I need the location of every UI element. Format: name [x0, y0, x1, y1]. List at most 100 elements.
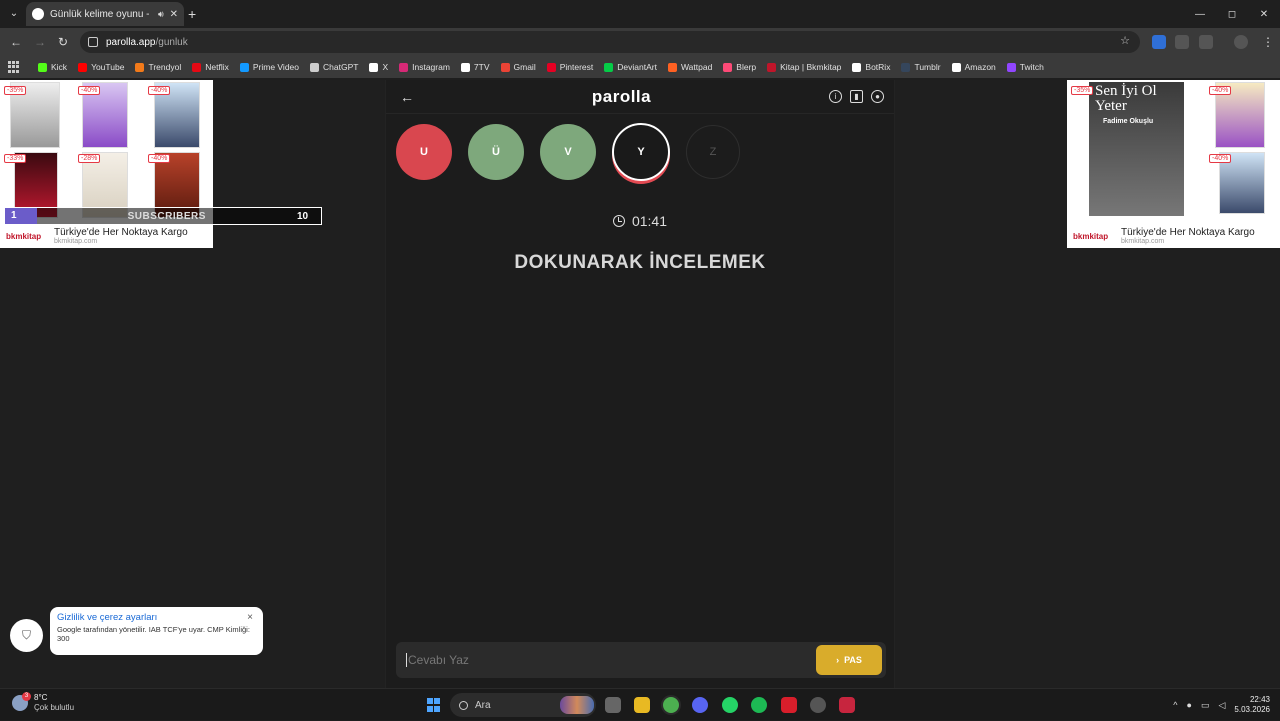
- weather-widget[interactable]: 3 8°C Çok bulutlu: [12, 692, 74, 713]
- tab-title: Günlük kelime oyunu - paro: [50, 8, 152, 20]
- menu-dots-icon[interactable]: ⋮: [1260, 34, 1276, 50]
- back-arrow-icon[interactable]: ←: [400, 89, 414, 105]
- chevron-up-icon[interactable]: ^: [1173, 700, 1177, 710]
- answer-input[interactable]: [406, 653, 816, 667]
- bookmark-favicon-icon: [604, 62, 614, 72]
- bookmark-item[interactable]: BotRix: [852, 62, 890, 72]
- bookmark-item[interactable]: Kick: [38, 62, 67, 72]
- discord-icon[interactable]: [692, 697, 708, 713]
- speaker-icon[interactable]: 🔊︎: [158, 9, 164, 20]
- profile-avatar-icon[interactable]: [1234, 35, 1248, 49]
- bookmark-item[interactable]: Amazon: [951, 62, 996, 72]
- forward-arrow-icon[interactable]: →: [32, 34, 48, 50]
- url-domain: parolla.app: [106, 36, 156, 48]
- bookmark-item[interactable]: Kitap | Bkmkitap: [767, 62, 841, 72]
- ad-text: Türkiye'de Her Noktaya Kargo: [1121, 227, 1255, 238]
- browser-toolbar: ← → ↻ parolla.app/gunluk ☆ ⋮: [0, 28, 1280, 56]
- url-path: /gunluk: [155, 36, 188, 48]
- back-arrow-icon[interactable]: ←: [8, 34, 24, 50]
- subscriber-count: 1: [5, 208, 37, 224]
- ad-book-author: Fadime Okuşlu: [1103, 118, 1154, 125]
- extension-icon[interactable]: [1152, 35, 1166, 49]
- header-icons: i ▮ ●: [829, 90, 884, 103]
- bookmark-label: Twitch: [1019, 62, 1044, 72]
- close-tab-icon[interactable]: ✕: [170, 9, 178, 20]
- tab-search-chevron-icon[interactable]: ⌄: [6, 6, 22, 22]
- consent-popup[interactable]: Gizlilik ve çerez ayarları Google tarafı…: [50, 607, 263, 655]
- bookmark-favicon-icon: [192, 62, 202, 72]
- bookmark-star-icon[interactable]: ☆: [1120, 34, 1130, 47]
- bookmark-item[interactable]: YouTube: [78, 62, 124, 72]
- bookmark-label: Blerp: [736, 62, 757, 72]
- address-bar[interactable]: parolla.app/gunluk ☆: [80, 31, 1140, 53]
- ad-domain: bkmkitap.com: [1121, 238, 1165, 245]
- bookmark-item[interactable]: Gmail: [500, 62, 536, 72]
- task-view-icon[interactable]: [605, 697, 621, 713]
- discount-badge: -40%: [1209, 154, 1232, 163]
- bookmark-item[interactable]: Netflix: [192, 62, 229, 72]
- bookmark-item[interactable]: DeviantArt: [604, 62, 657, 72]
- bookmark-item[interactable]: 7TV: [460, 62, 490, 72]
- ad-footer[interactable]: bkmkitap Türkiye'de Her Noktaya Kargo bk…: [0, 224, 213, 248]
- app-icon[interactable]: [810, 697, 826, 713]
- bookmark-item[interactable]: ChatGPT: [310, 62, 358, 72]
- windows-start-icon[interactable]: [427, 698, 441, 712]
- minimize-button[interactable]: —: [1184, 0, 1216, 28]
- bookmark-label: Kitap | Bkmkitap: [780, 62, 842, 72]
- file-explorer-icon[interactable]: [634, 697, 650, 713]
- bookmark-favicon-icon: [239, 62, 249, 72]
- whatsapp-icon[interactable]: [722, 697, 738, 713]
- game-header: ← parolla i ▮ ●: [386, 80, 894, 114]
- temperature: 8°C: [34, 693, 48, 702]
- user-icon[interactable]: ●: [871, 90, 884, 103]
- tab-favicon-icon: [32, 8, 44, 20]
- extension-icon[interactable]: [1175, 35, 1189, 49]
- time: 22:43: [1249, 695, 1270, 704]
- info-icon[interactable]: i: [829, 90, 842, 103]
- app-icon[interactable]: [839, 697, 855, 713]
- taskbar-clock[interactable]: 22:43 5.03.2026: [1234, 695, 1270, 715]
- close-window-button[interactable]: ✕: [1248, 0, 1280, 28]
- bookmark-favicon-icon: [901, 62, 911, 72]
- volume-icon[interactable]: ◁: [1218, 700, 1225, 711]
- close-icon[interactable]: ×: [247, 612, 253, 623]
- bookmark-item[interactable]: Instagram: [399, 62, 450, 72]
- reload-icon[interactable]: ↻: [55, 34, 71, 50]
- bookmark-item[interactable]: Prime Video: [239, 62, 299, 72]
- clock-icon: [612, 215, 625, 227]
- bookmark-item[interactable]: Twitch: [1006, 62, 1044, 72]
- extensions-puzzle-icon[interactable]: [1199, 35, 1213, 49]
- search-icon: [459, 700, 468, 710]
- ad-logo: bkmkitap: [6, 231, 42, 241]
- subscriber-goal: 10: [297, 210, 309, 222]
- taskbar-search[interactable]: Ara: [450, 693, 596, 717]
- tab-active[interactable]: Günlük kelime oyunu - paro 🔊︎ ✕: [26, 2, 184, 26]
- new-tab-button[interactable]: +: [188, 6, 196, 22]
- display-icon[interactable]: ▭: [1201, 700, 1210, 711]
- question-text: DOKUNARAK İNCELEMEK: [514, 252, 766, 273]
- letter-track: UÜVYZ: [396, 123, 740, 181]
- bookmarks-list: Kick YouTube Trendyol Netflix Prime Video Cha…: [38, 62, 1055, 72]
- microphone-icon[interactable]: ●: [1187, 700, 1192, 710]
- bookmark-label: Tumblr: [914, 62, 941, 72]
- page-title[interactable]: parolla: [592, 87, 651, 107]
- bookmark-item[interactable]: Blerp: [723, 62, 756, 72]
- bookmark-item[interactable]: X: [369, 62, 388, 72]
- bookmark-item[interactable]: Tumblr: [901, 62, 941, 72]
- bookmark-item[interactable]: Pinterest: [546, 62, 593, 72]
- bookmark-favicon-icon: [38, 62, 47, 72]
- stats-icon[interactable]: ▮: [850, 90, 863, 103]
- site-info-icon[interactable]: [88, 37, 98, 47]
- bookmark-item[interactable]: Wattpad: [667, 62, 712, 72]
- pass-button[interactable]: › PAS: [816, 645, 882, 675]
- maximize-button[interactable]: ◻: [1216, 0, 1248, 28]
- ad-banner-right[interactable]: Sen İyi Ol Yeter Fadime Okuşlu -35% -40%…: [1067, 80, 1280, 248]
- apps-grid-icon[interactable]: [8, 61, 20, 73]
- spotify-icon[interactable]: [751, 697, 767, 713]
- bookmark-item[interactable]: Trendyol: [135, 62, 181, 72]
- chrome-icon[interactable]: [663, 697, 679, 713]
- ad-footer[interactable]: bkmkitap Türkiye'de Her Noktaya Kargo bk…: [1067, 224, 1280, 248]
- privacy-shield-icon[interactable]: ⛉: [10, 619, 43, 652]
- app-icon[interactable]: [781, 697, 797, 713]
- pass-label: PAS: [844, 655, 862, 665]
